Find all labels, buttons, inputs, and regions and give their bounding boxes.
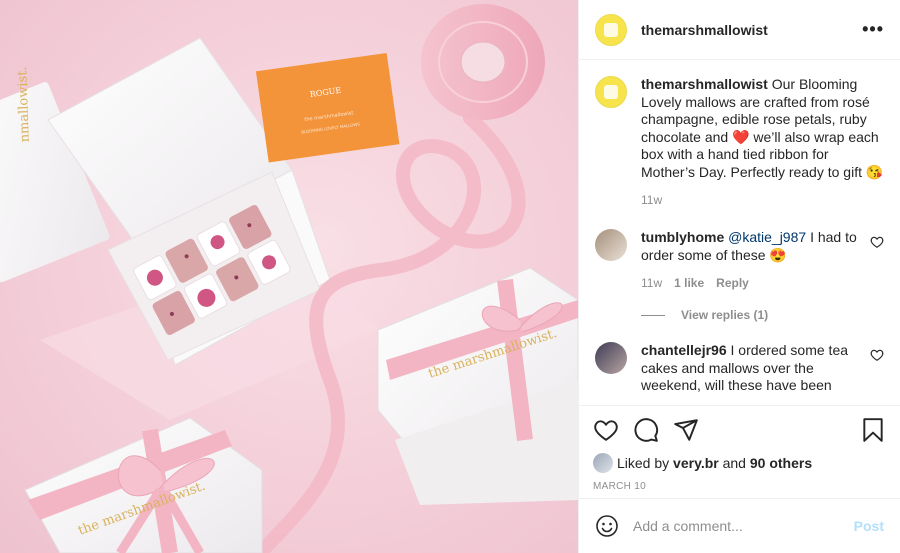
comment-avatar[interactable] [595, 342, 627, 374]
comment-likes[interactable]: 1 like [674, 276, 704, 290]
replies-divider [641, 314, 665, 316]
comment-time[interactable]: 11w [641, 276, 662, 290]
share-icon[interactable] [673, 417, 699, 443]
view-replies-button[interactable]: View replies (1) [641, 308, 884, 322]
heart-icon[interactable] [593, 417, 619, 443]
reply-button[interactable]: Reply [716, 276, 749, 290]
gift-box-bottom: the marshmallowist. [24, 417, 263, 553]
post-comment-button[interactable]: Post [854, 518, 884, 534]
comment-icon[interactable] [633, 417, 659, 443]
comment-mention[interactable]: @katie_j987 [728, 229, 806, 245]
post-photo[interactable]: nmallowist. ROGUE the marshmallowist BLO… [0, 0, 578, 553]
comment-like-icon[interactable] [870, 235, 884, 249]
svg-text:nmallowist.: nmallowist. [15, 66, 33, 142]
post-date[interactable]: MARCH 10 [593, 481, 886, 492]
view-replies-label: View replies (1) [681, 308, 769, 322]
comment-box: Add a comment... Post [579, 498, 900, 553]
caption: themarshmallowist Our Blooming Lovely ma… [595, 76, 884, 181]
comment-avatar[interactable] [595, 229, 627, 261]
emoji-icon[interactable] [595, 514, 619, 538]
comments-section[interactable]: themarshmallowist Our Blooming Lovely ma… [579, 60, 900, 405]
comment-username[interactable]: tumblyhome [641, 229, 724, 245]
comment-meta: 11w 1 like Reply [641, 276, 884, 290]
post-header: themarshmallowist ••• [579, 0, 900, 60]
caption-username[interactable]: themarshmallowist [641, 76, 768, 92]
author-username[interactable]: themarshmallowist [641, 22, 768, 38]
caption-avatar[interactable] [595, 76, 627, 108]
post-actions: Liked by very.br and 90 others MARCH 10 [579, 405, 900, 492]
post-photo-illustration: nmallowist. ROGUE the marshmallowist BLO… [0, 4, 578, 553]
comment-item: tumblyhome @katie_j987 I had to order so… [595, 229, 884, 264]
comment-username[interactable]: chantellejr96 [641, 342, 727, 358]
likes-count[interactable]: 90 others [750, 455, 812, 471]
orange-card: ROGUE the marshmallowist BLOOMING LOVELY… [255, 53, 400, 163]
likes-prefix: Liked by [617, 455, 670, 471]
liker-avatar[interactable] [593, 453, 613, 473]
save-icon[interactable] [860, 417, 886, 443]
comment-like-icon[interactable] [870, 348, 884, 362]
liker-username[interactable]: very.br [673, 455, 719, 471]
gift-box-right: the marshmallowist. [377, 267, 578, 505]
likes-summary: Liked by very.br and 90 others [593, 453, 886, 473]
post-panel: themarshmallowist ••• themarshmallowist … [578, 0, 900, 553]
author-avatar[interactable] [595, 13, 627, 46]
caption-meta: 11w [641, 193, 884, 207]
caption-time[interactable]: 11w [641, 193, 662, 207]
likes-and: and [722, 455, 746, 471]
comment-input[interactable]: Add a comment... [633, 518, 854, 534]
ribbon-roll [421, 4, 545, 120]
more-icon[interactable]: ••• [862, 19, 884, 40]
comment-item: chantellejr96 I ordered some tea cakes a… [595, 342, 884, 395]
